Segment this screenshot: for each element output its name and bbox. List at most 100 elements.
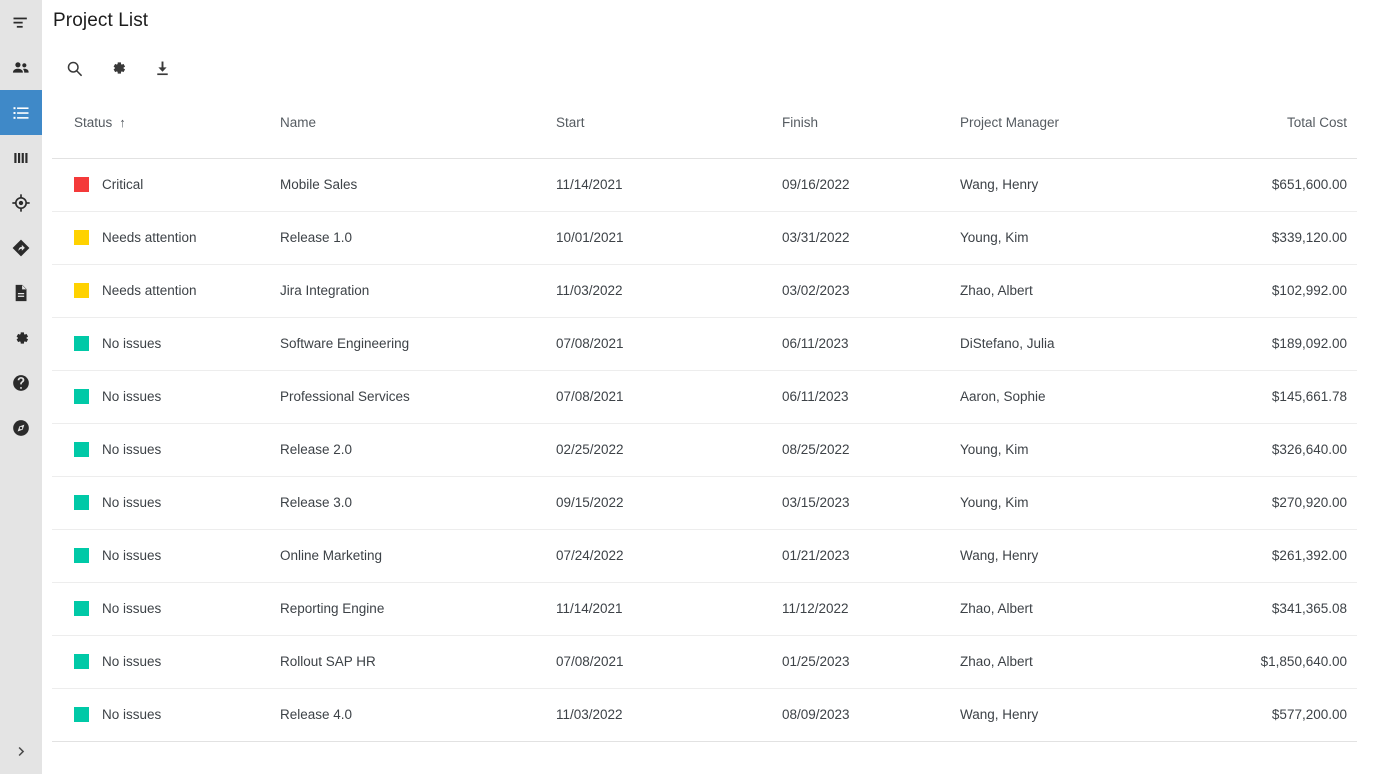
menu-collapse-icon[interactable] bbox=[0, 0, 42, 45]
diamond-arrow-icon bbox=[11, 238, 31, 258]
status-color-swatch bbox=[74, 230, 89, 245]
sidebar-item-project-list[interactable] bbox=[0, 90, 42, 135]
cell-finish: 01/25/2023 bbox=[760, 635, 960, 688]
column-header-name[interactable]: Name bbox=[258, 88, 534, 158]
table-row[interactable]: Needs attentionRelease 1.010/01/202103/3… bbox=[52, 211, 1357, 264]
table-row[interactable]: No issuesProfessional Services07/08/2021… bbox=[52, 370, 1357, 423]
cell-cost: $326,640.00 bbox=[1210, 423, 1357, 476]
cell-start: 11/03/2022 bbox=[534, 688, 760, 741]
cell-cost: $145,661.78 bbox=[1210, 370, 1357, 423]
cell-name: Professional Services bbox=[258, 370, 534, 423]
status-badge: No issues bbox=[74, 654, 258, 669]
cell-manager: Zhao, Albert bbox=[960, 582, 1210, 635]
download-button[interactable] bbox=[140, 52, 184, 84]
sidebar bbox=[0, 0, 42, 774]
sidebar-item-help[interactable] bbox=[0, 360, 42, 405]
cell-finish: 11/12/2022 bbox=[760, 582, 960, 635]
table-row[interactable]: CriticalMobile Sales11/14/202109/16/2022… bbox=[52, 158, 1357, 211]
cell-start: 11/03/2022 bbox=[534, 264, 760, 317]
sidebar-item-targets[interactable] bbox=[0, 180, 42, 225]
status-color-swatch bbox=[74, 495, 89, 510]
table-row[interactable]: No issuesOnline Marketing07/24/202201/21… bbox=[52, 529, 1357, 582]
status-badge: No issues bbox=[74, 389, 258, 404]
column-header-label: Start bbox=[556, 115, 585, 130]
cell-cost: $577,200.00 bbox=[1210, 688, 1357, 741]
table-row[interactable]: No issuesSoftware Engineering07/08/20210… bbox=[52, 317, 1357, 370]
status-color-swatch bbox=[74, 707, 89, 722]
cell-finish: 09/16/2022 bbox=[760, 158, 960, 211]
column-header-label: Total Cost bbox=[1287, 115, 1347, 130]
table-row[interactable]: No issues Reporting Engine11/14/202111/12… bbox=[52, 582, 1357, 635]
table-header: Status↑Name Start FinishProject Manager Tot… bbox=[52, 88, 1357, 158]
cell-status: Critical bbox=[52, 158, 258, 211]
status-color-swatch bbox=[74, 283, 89, 298]
status-badge: No issues bbox=[74, 548, 258, 563]
status-color-swatch bbox=[74, 442, 89, 457]
column-header-cost[interactable]: Total Cost bbox=[1210, 88, 1357, 158]
table-row[interactable]: No issuesRollout SAP HR07/08/202101/25/2… bbox=[52, 635, 1357, 688]
cell-cost: $651,600.00 bbox=[1210, 158, 1357, 211]
cell-name: Reporting Engine bbox=[258, 582, 534, 635]
settings-button[interactable] bbox=[96, 52, 140, 84]
target-icon bbox=[11, 193, 31, 213]
column-header-status[interactable]: Status↑ bbox=[52, 88, 258, 158]
sidebar-item-resources[interactable] bbox=[0, 45, 42, 90]
gear-icon bbox=[11, 328, 31, 348]
status-label: No issues bbox=[102, 336, 161, 351]
sidebar-item-explore[interactable] bbox=[0, 405, 42, 450]
status-color-swatch bbox=[74, 177, 89, 192]
table-body: CriticalMobile Sales11/14/202109/16/2022… bbox=[52, 158, 1357, 741]
status-badge: Needs attention bbox=[74, 283, 258, 298]
status-badge: No issues bbox=[74, 495, 258, 510]
column-header-manager[interactable]: Project Manager bbox=[960, 88, 1210, 158]
cell-finish: 06/11/2023 bbox=[760, 317, 960, 370]
cell-manager: Zhao, Albert bbox=[960, 635, 1210, 688]
sidebar-item-list bbox=[0, 0, 42, 450]
cell-finish: 06/11/2023 bbox=[760, 370, 960, 423]
columns-icon bbox=[11, 148, 31, 168]
cell-status: Needs attention bbox=[52, 211, 258, 264]
table-row[interactable]: No issuesRelease 2.002/25/202208/25/2022… bbox=[52, 423, 1357, 476]
project-table-container: Status↑Name Start FinishProject Manager Tot… bbox=[52, 88, 1357, 742]
cell-start: 11/14/2021 bbox=[534, 582, 760, 635]
cell-cost: $270,920.00 bbox=[1210, 476, 1357, 529]
document-icon bbox=[11, 283, 31, 303]
cell-start: 09/15/2022 bbox=[534, 476, 760, 529]
project-table: Status↑Name Start FinishProject Manager Tot… bbox=[52, 88, 1357, 742]
status-label: No issues bbox=[102, 548, 161, 563]
status-badge: Needs attention bbox=[74, 230, 258, 245]
download-icon bbox=[153, 59, 172, 78]
cell-manager: Aaron, Sophie bbox=[960, 370, 1210, 423]
cell-start: 07/24/2022 bbox=[534, 529, 760, 582]
status-label: No issues bbox=[102, 389, 161, 404]
cell-manager: Wang, Henry bbox=[960, 688, 1210, 741]
status-badge: Critical bbox=[74, 177, 258, 192]
sidebar-expand-button[interactable] bbox=[0, 728, 42, 774]
table-row[interactable]: No issuesRelease 4.011/03/202208/09/2023… bbox=[52, 688, 1357, 741]
question-circle-icon bbox=[11, 373, 31, 393]
column-header-start[interactable]: Start bbox=[534, 88, 760, 158]
cell-cost: $102,992.00 bbox=[1210, 264, 1357, 317]
sidebar-item-gantt[interactable] bbox=[0, 135, 42, 180]
cell-manager: Zhao, Albert bbox=[960, 264, 1210, 317]
compass-icon bbox=[11, 418, 31, 438]
search-button[interactable] bbox=[52, 52, 96, 84]
cell-name: Release 1.0 bbox=[258, 211, 534, 264]
cell-manager: Wang, Henry bbox=[960, 158, 1210, 211]
cell-status: No issues bbox=[52, 423, 258, 476]
cell-name: Release 4.0 bbox=[258, 688, 534, 741]
cell-name: Release 3.0 bbox=[258, 476, 534, 529]
cell-cost: $1,850,640.00 bbox=[1210, 635, 1357, 688]
sidebar-item-settings[interactable] bbox=[0, 315, 42, 360]
cell-status: No issues bbox=[52, 529, 258, 582]
sidebar-item-milestones[interactable] bbox=[0, 225, 42, 270]
list-icon bbox=[11, 103, 31, 123]
table-row[interactable]: No issuesRelease 3.009/15/202203/15/2023… bbox=[52, 476, 1357, 529]
status-label: Needs attention bbox=[102, 230, 197, 245]
cell-finish: 08/25/2022 bbox=[760, 423, 960, 476]
cell-cost: $341,365.08 bbox=[1210, 582, 1357, 635]
column-header-finish[interactable]: Finish bbox=[760, 88, 960, 158]
status-label: No issues bbox=[102, 601, 161, 616]
table-row[interactable]: Needs attentionJira Integration11/03/202… bbox=[52, 264, 1357, 317]
sidebar-item-documents[interactable] bbox=[0, 270, 42, 315]
